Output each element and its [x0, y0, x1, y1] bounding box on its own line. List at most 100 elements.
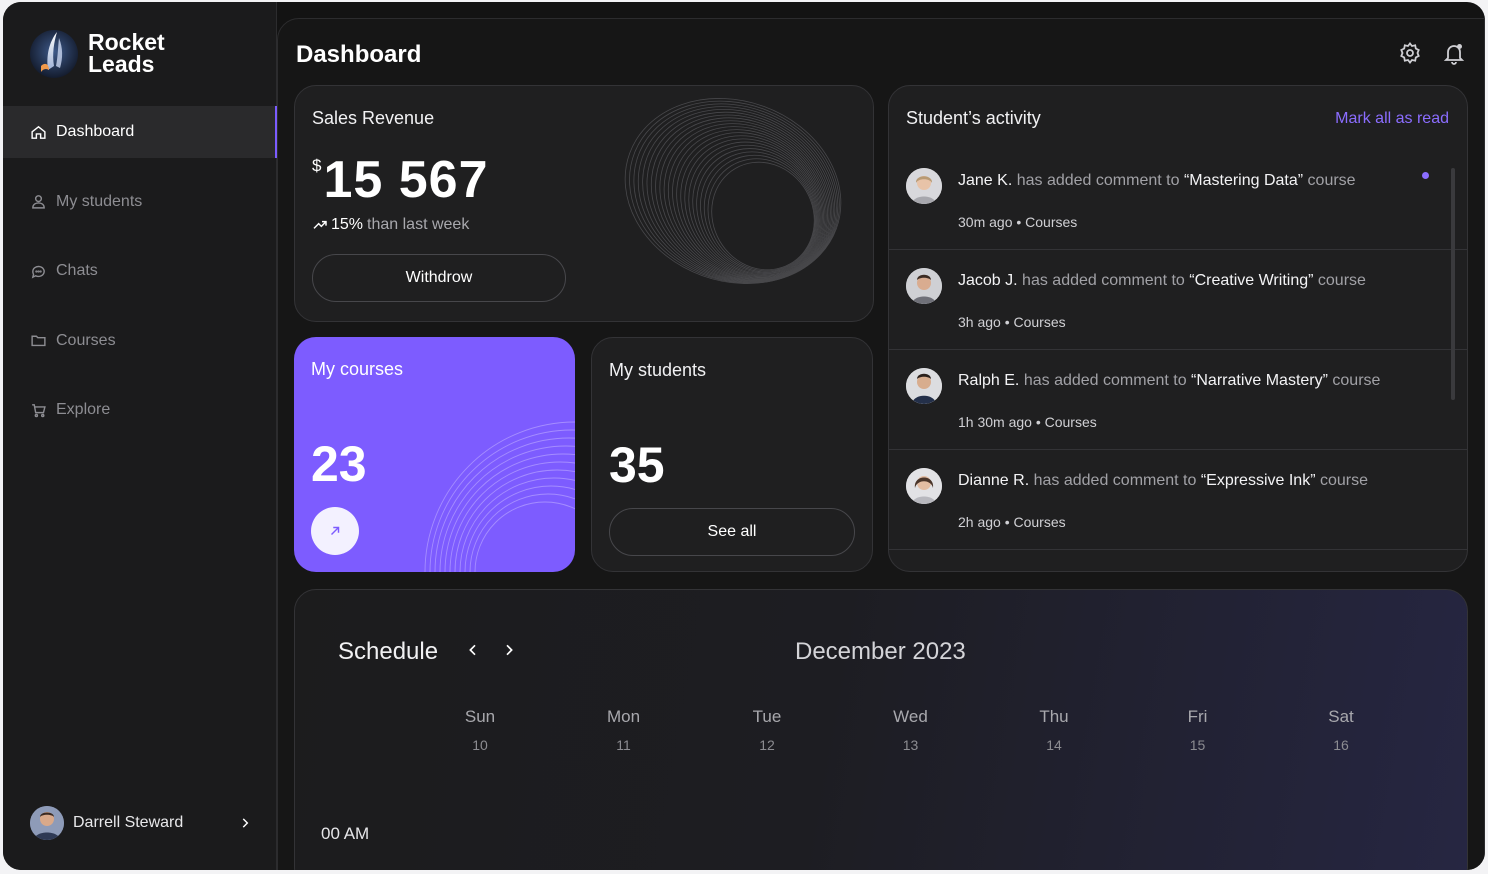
mark-all-read-link[interactable]: Mark all as read: [1335, 110, 1449, 128]
brand-line-1: Rocket: [88, 29, 165, 55]
user-profile[interactable]: Darrell Steward: [30, 806, 252, 840]
students-count: 35: [609, 437, 665, 493]
unread-indicator: [1422, 172, 1429, 179]
day-name: Wed: [893, 707, 928, 726]
brand-logo[interactable]: Rocket Leads: [29, 26, 178, 80]
activity-text: Jacob J. has added comment to “Creative …: [958, 272, 1366, 290]
users-icon: [32, 195, 45, 209]
trend-up-icon: [313, 220, 327, 229]
sidebar-item-label: My students: [56, 192, 143, 210]
activity-action: has added comment to: [1016, 172, 1180, 189]
sidebar-item-label: Explore: [56, 401, 111, 418]
spiral-ring: [676, 132, 825, 279]
header-actions: [1398, 41, 1466, 65]
activity-suffix: course: [1332, 372, 1381, 389]
sidebar-item-chats[interactable]: Chats: [3, 245, 277, 297]
sidebar-item-courses[interactable]: Courses: [3, 315, 277, 367]
activity-item[interactable]: Dianne R. has added comment to “Expressi…: [889, 450, 1467, 550]
day-column-fri[interactable]: Fri 15: [1128, 707, 1268, 753]
activity-action: has added comment to: [1023, 372, 1187, 389]
decor-arc: [449, 461, 575, 572]
my-students-card: My students 35 See all: [591, 337, 873, 572]
app-window: Rocket Leads Dashboard My students Chats…: [3, 2, 1485, 870]
day-column-sun[interactable]: Sun 10: [410, 707, 550, 753]
sidebar-nav: Dashboard My students Chats Courses Expl…: [3, 106, 278, 454]
activity-meta: 2h ago • Courses: [958, 514, 1066, 530]
page-title: Dashboard: [296, 41, 422, 68]
chevron-right-icon[interactable]: [501, 642, 517, 658]
spiral-ring: [711, 161, 815, 271]
activity-suffix: course: [1317, 272, 1366, 289]
activity-meta: 1h 30m ago • Courses: [958, 414, 1097, 430]
activity-suffix: course: [1319, 472, 1369, 489]
sidebar-item-explore[interactable]: Explore: [3, 384, 277, 436]
avatar: [30, 806, 64, 840]
card-title: Student’s activity: [906, 108, 1041, 128]
open-courses-button[interactable]: [311, 507, 359, 555]
chevron-left-icon[interactable]: [465, 642, 481, 658]
avatar: [906, 268, 942, 304]
sales-revenue-card: Sales Revenue $ 15 567 15% than last wee…: [294, 85, 874, 322]
sidebar-item-my-students[interactable]: My students: [3, 176, 277, 228]
day-name: Tue: [752, 707, 782, 726]
sidebar-item-label: Courses: [56, 331, 116, 349]
chevron-right-icon[interactable]: [238, 816, 252, 830]
day-name: Sat: [1328, 707, 1354, 726]
sidebar-item-label: Chats: [56, 262, 98, 279]
avatar: [906, 468, 942, 504]
day-column-mon[interactable]: Mon 11: [554, 707, 694, 753]
spiral-decoration: [624, 98, 842, 284]
schedule-month: December 2023: [795, 638, 966, 665]
day-date: 13: [902, 737, 919, 753]
day-name: Sun: [464, 707, 496, 726]
avatar: [906, 368, 942, 404]
day-date: 11: [616, 737, 631, 753]
decor-arc: [444, 453, 575, 572]
card-title: My students: [609, 360, 707, 380]
decor-arc: [459, 477, 575, 572]
activity-meta: 30m ago • Courses: [958, 214, 1078, 230]
see-all-button[interactable]: See all: [609, 508, 855, 556]
activity-scrollbar[interactable]: [1451, 168, 1455, 400]
decor-arc: [439, 445, 575, 572]
arc-decoration: [424, 421, 575, 572]
activity-meta: 3h ago • Courses: [958, 314, 1066, 330]
day-name: Fri: [1187, 707, 1208, 726]
course-name: “Creative Writing”: [1189, 272, 1314, 289]
revenue-value: 15 567: [323, 151, 489, 209]
arrow-up-right-icon: [330, 526, 340, 536]
trend-text: than last week: [367, 216, 470, 233]
decor-arc: [454, 469, 575, 572]
student-activity-card: Student’s activity Mark all as read Jane…: [888, 85, 1468, 572]
student-name: Jane K.: [958, 172, 1013, 189]
gear-icon[interactable]: [1398, 41, 1422, 65]
student-name: Jacob J.: [958, 272, 1018, 289]
day-name: Mon: [606, 707, 641, 726]
activity-text: Dianne R. has added comment to “Expressi…: [958, 472, 1368, 490]
decor-arc: [434, 437, 575, 572]
activity-suffix: course: [1307, 172, 1356, 189]
currency-symbol: $: [312, 156, 322, 175]
day-column-tue[interactable]: Tue 12: [697, 707, 837, 753]
activity-item[interactable]: Jacob J. has added comment to “Creative …: [889, 250, 1467, 350]
student-name: Dianne R.: [958, 472, 1030, 489]
bell-icon[interactable]: [1442, 41, 1466, 65]
day-column-sat[interactable]: Sat 16: [1271, 707, 1411, 753]
sidebar-item-dashboard[interactable]: Dashboard: [3, 106, 278, 158]
day-date: 14: [1046, 737, 1062, 753]
revenue-amount: $ 15 567: [312, 150, 489, 210]
student-name: Ralph E.: [958, 372, 1020, 389]
activity-text: Ralph E. has added comment to “Narrative…: [958, 372, 1380, 390]
withdraw-button[interactable]: Withdrow: [312, 254, 566, 302]
revenue-trend: 15% than last week: [312, 216, 469, 234]
activity-item[interactable]: Ralph E. has added comment to “Narrative…: [889, 350, 1467, 450]
day-date: 16: [1333, 737, 1349, 753]
card-title: My courses: [311, 359, 404, 379]
spiral-ring: [680, 135, 823, 278]
activity-item[interactable]: Jane K. has added comment to “Mastering …: [889, 150, 1467, 250]
course-name: “Expressive Ink”: [1200, 472, 1316, 489]
day-column-wed[interactable]: Wed 13: [841, 707, 981, 753]
my-courses-card[interactable]: My courses 23: [294, 337, 575, 572]
day-column-thu[interactable]: Thu 14: [984, 707, 1124, 753]
home-icon: [31, 125, 46, 139]
